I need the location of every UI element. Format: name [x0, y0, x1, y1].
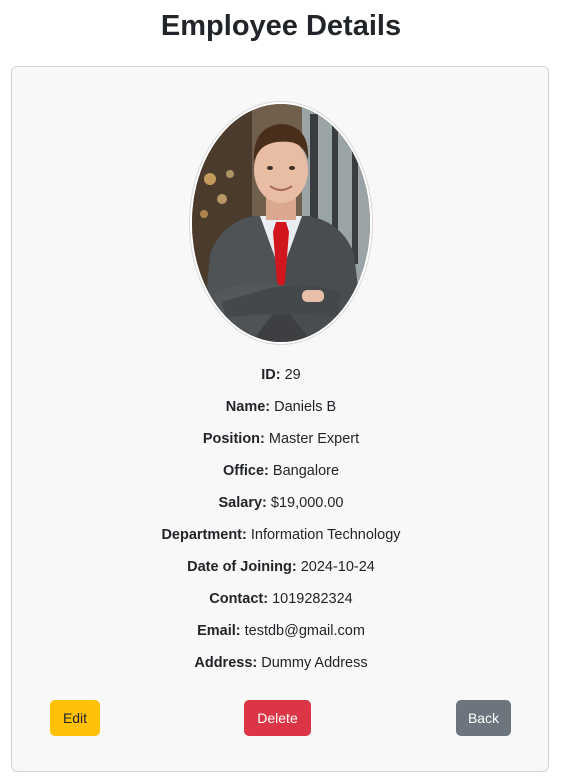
field-value: 29 — [284, 367, 301, 383]
employee-card: ID: 29 Name: Daniels B Position: Master … — [11, 66, 549, 772]
field-value: Dummy Address — [261, 655, 368, 671]
field-id: ID: 29 — [12, 361, 550, 393]
field-office: Office: Bangalore — [12, 457, 550, 489]
field-email: Email: testdb@gmail.com — [12, 617, 550, 649]
field-value: 2024-10-24 — [300, 559, 375, 575]
field-value: Bangalore — [272, 463, 340, 479]
field-position: Position: Master Expert — [12, 425, 550, 457]
field-label: ID: — [261, 367, 281, 383]
field-value: Master Expert — [268, 431, 360, 447]
field-address: Address: Dummy Address — [12, 649, 550, 681]
field-name: Name: Daniels B — [12, 393, 550, 425]
field-label: Department: — [161, 527, 247, 543]
field-label: Salary: — [218, 495, 267, 511]
edit-button[interactable]: Edit — [50, 700, 100, 736]
employee-photo-illustration — [192, 104, 370, 342]
field-label: Position: — [202, 431, 265, 447]
field-contact: Contact: 1019282324 — [12, 585, 550, 617]
field-value: 1019282324 — [272, 591, 353, 607]
field-value: $19,000.00 — [270, 495, 344, 511]
back-button[interactable]: Back — [456, 700, 511, 736]
field-department: Department: Information Technology — [12, 521, 550, 553]
field-label: Name: — [225, 399, 271, 415]
field-label: Contact: — [209, 591, 269, 607]
field-value: testdb@gmail.com — [244, 623, 365, 639]
delete-button[interactable]: Delete — [244, 700, 311, 736]
field-date-of-joining: Date of Joining: 2024-10-24 — [12, 553, 550, 585]
field-label: Email: — [197, 623, 241, 639]
field-label: Office: — [222, 463, 269, 479]
field-value: Information Technology — [250, 527, 401, 543]
page-title: Employee Details — [160, 10, 402, 42]
employee-photo — [190, 102, 372, 344]
field-label: Date of Joining: — [187, 559, 297, 575]
employee-details: ID: 29 Name: Daniels B Position: Master … — [12, 361, 550, 681]
field-label: Address: — [194, 655, 258, 671]
field-salary: Salary: $19,000.00 — [12, 489, 550, 521]
field-value: Daniels B — [274, 399, 337, 415]
